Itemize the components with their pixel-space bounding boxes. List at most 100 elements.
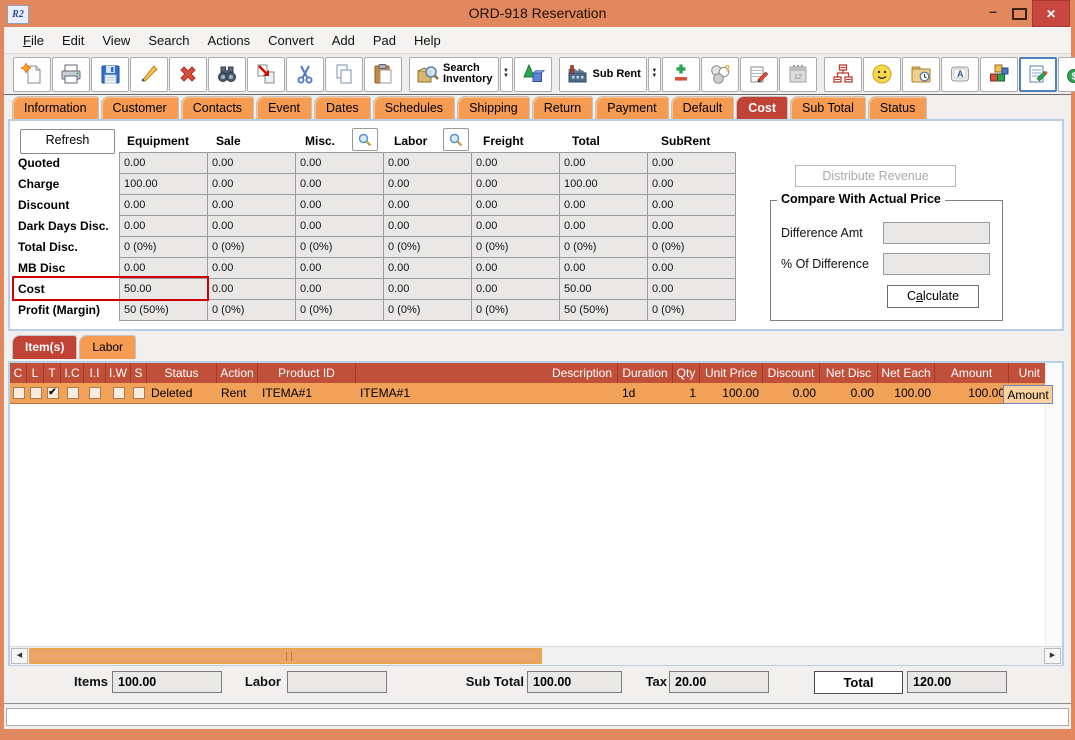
close-button[interactable]: ✕ [1032, 0, 1070, 27]
tab-event[interactable]: Event [256, 96, 312, 119]
col-unit[interactable]: Unit [1009, 363, 1045, 383]
menu-add[interactable]: Add [323, 33, 364, 48]
vertical-scrollbar[interactable] [1045, 363, 1062, 646]
grid-cell[interactable]: 0.00 [559, 257, 648, 279]
save-button[interactable] [91, 57, 129, 92]
scroll-left-button[interactable]: ◀ [11, 648, 28, 664]
menu-pad[interactable]: Pad [364, 33, 405, 48]
grid-cell[interactable]: 0 (0%) [471, 236, 560, 258]
col-status[interactable]: Status [147, 363, 217, 383]
checkbox-cell[interactable] [10, 383, 27, 403]
grid-cell[interactable]: 0 (0%) [383, 299, 472, 321]
grid-cell[interactable]: 0.00 [383, 173, 472, 195]
cell-qty[interactable]: 1 [673, 383, 700, 403]
find-button[interactable] [208, 57, 246, 92]
horizontal-scrollbar[interactable]: ◀ ▶ [10, 646, 1062, 665]
menu-help[interactable]: Help [405, 33, 450, 48]
payment-forward-button[interactable]: $ [1058, 57, 1075, 92]
org-chart-button[interactable] [824, 57, 862, 92]
col-duration[interactable]: Duration [618, 363, 673, 383]
tab-dates[interactable]: Dates [314, 96, 371, 119]
grid-cell[interactable]: 0.00 [207, 152, 296, 174]
checkbox-ii[interactable] [89, 387, 101, 399]
grid-cell[interactable]: 0.00 [559, 152, 648, 174]
scroll-right-button[interactable]: ▶ [1044, 648, 1061, 664]
grid-cell[interactable]: 0.00 [559, 215, 648, 237]
total-button[interactable]: Total [814, 671, 903, 694]
col-iw[interactable]: I.W [106, 363, 131, 383]
col-ii[interactable]: I.I [84, 363, 106, 383]
tab-return[interactable]: Return [532, 96, 594, 119]
grid-cell[interactable]: 0.00 [119, 257, 208, 279]
grid-cell[interactable]: 100.00 [119, 173, 208, 195]
col-action[interactable]: Action [217, 363, 258, 383]
col-unit-price[interactable]: Unit Price [700, 363, 763, 383]
grid-cell[interactable]: 0.00 [207, 278, 296, 300]
new-order-button[interactable] [13, 57, 51, 92]
grid-cell[interactable]: 0 (0%) [559, 236, 648, 258]
col-description[interactable]: Description [356, 363, 618, 383]
tab-information[interactable]: Information [12, 96, 99, 119]
titlebar[interactable]: R2 ORD-918 Reservation – ✕ [0, 0, 1075, 27]
cell-description[interactable]: ITEMA#1 [356, 383, 618, 403]
tab-default[interactable]: Default [671, 96, 735, 119]
tab-items[interactable]: Item(s) [12, 335, 77, 359]
grid-cell[interactable]: 0 (0%) [383, 236, 472, 258]
grid-cell[interactable]: 0.00 [647, 194, 736, 216]
grid-cell[interactable]: 0.00 [383, 152, 472, 174]
grid-cell[interactable]: 50 (50%) [559, 299, 648, 321]
col-t[interactable]: T [44, 363, 61, 383]
cell-duration[interactable]: 1d [618, 383, 673, 403]
copy-button[interactable] [325, 57, 363, 92]
grid-cell[interactable]: 0.00 [383, 215, 472, 237]
cut-button[interactable] [286, 57, 324, 92]
grid-cell[interactable]: 50.00 [559, 278, 648, 300]
grid-cell[interactable]: 0 (0%) [295, 236, 384, 258]
paste-button[interactable] [364, 57, 402, 92]
grid-cell[interactable]: 0.00 [471, 194, 560, 216]
cell-net-each[interactable]: 100.00 [878, 383, 935, 403]
menu-view[interactable]: View [93, 33, 139, 48]
notes-button[interactable] [740, 57, 778, 92]
search-inventory-button[interactable]: SearchInventory [409, 57, 499, 92]
col-qty[interactable]: Qty [673, 363, 700, 383]
checkbox-l[interactable] [30, 387, 42, 399]
grid-cell[interactable]: 0.00 [383, 257, 472, 279]
tab-customer[interactable]: Customer [101, 96, 179, 119]
checkbox-c[interactable] [13, 387, 25, 399]
grid-cell[interactable]: 0.00 [559, 194, 648, 216]
menu-edit[interactable]: Edit [53, 33, 93, 48]
checkbox-cell[interactable] [27, 383, 44, 403]
grid-cell[interactable]: 0.00 [471, 278, 560, 300]
customer-button[interactable] [863, 57, 901, 92]
grid-cell[interactable]: 0.00 [295, 215, 384, 237]
delete-button[interactable] [169, 57, 207, 92]
grid-cell[interactable]: 0.00 [383, 194, 472, 216]
grid-cell[interactable]: 0.00 [207, 257, 296, 279]
col-ic[interactable]: I.C [61, 363, 84, 383]
col-product-id[interactable]: Product ID [258, 363, 356, 383]
grid-cell[interactable]: 0.00 [295, 194, 384, 216]
grid-cell[interactable]: 0.00 [647, 152, 736, 174]
grid-cell[interactable]: 0.00 [119, 152, 208, 174]
edit-notes-button[interactable] [1019, 57, 1057, 92]
tab-sub-total[interactable]: Sub Total [790, 96, 866, 119]
product-shapes-button[interactable] [514, 57, 552, 92]
grid-cell[interactable]: 0.00 [295, 173, 384, 195]
grid-cell[interactable]: 0.00 [471, 152, 560, 174]
checkbox-t[interactable]: ✔ [47, 387, 59, 399]
tab-shipping[interactable]: Shipping [457, 96, 530, 119]
col-net-each[interactable]: Net Each [878, 363, 935, 383]
item-row[interactable]: ✔ Deleted Rent ITEMA#1 ITEMA#1 1d 1 100.… [10, 383, 1062, 404]
tab-cost[interactable]: Cost [736, 96, 788, 119]
labor-search-button[interactable] [443, 128, 469, 151]
grid-cell[interactable]: 0 (0%) [647, 299, 736, 321]
calculate-button[interactable]: Calculate [887, 285, 979, 308]
col-l[interactable]: L [27, 363, 44, 383]
tab-status[interactable]: Status [868, 96, 927, 119]
checkbox-s[interactable] [133, 387, 145, 399]
grid-cell[interactable]: 0.00 [295, 278, 384, 300]
cell-status[interactable]: Deleted [147, 383, 217, 403]
refresh-button[interactable]: Refresh [20, 129, 115, 154]
checkbox-cell[interactable] [106, 383, 131, 403]
